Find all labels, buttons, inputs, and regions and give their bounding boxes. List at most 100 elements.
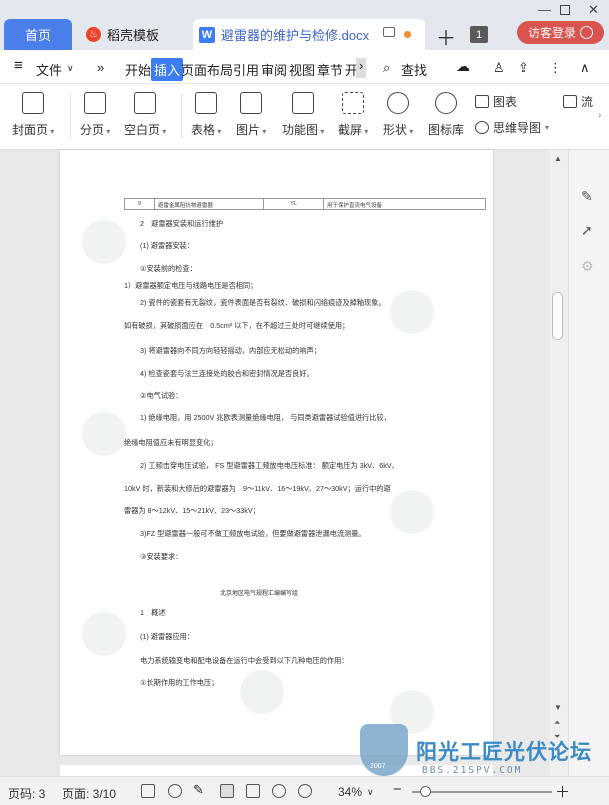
doc-line: ①长期作用的工作电压； xyxy=(140,678,219,687)
page-code[interactable]: 页码: 3 xyxy=(8,785,45,802)
flowchart-button[interactable]: 流 xyxy=(563,93,593,110)
tab-template-label: 稻壳模板 xyxy=(107,28,160,43)
chart-button[interactable]: 图表 xyxy=(475,93,517,110)
user-add-icon[interactable]: ♙ xyxy=(493,60,505,76)
collapse-ribbon-icon[interactable]: ∧ xyxy=(580,60,590,76)
watermark-logo xyxy=(390,290,434,334)
blank-page-button[interactable]: 空白页 xyxy=(124,92,166,138)
cover-page-icon xyxy=(22,92,45,114)
doc-line: 2) 瓷件的瓷套有无裂纹，瓷件表面是否有裂纹、破损和闪络痕迹及掉釉现象。 xyxy=(140,298,386,307)
watermark-logo xyxy=(82,220,126,264)
page-view-icon[interactable] xyxy=(220,784,234,798)
forum-name: 阳光工匠光伏论坛 xyxy=(416,741,592,764)
tab-count-badge[interactable]: 1 xyxy=(470,26,488,43)
watermark-logo xyxy=(82,412,126,456)
page-indicator[interactable]: 页面: 3/10 xyxy=(62,785,116,802)
zoom-slider[interactable] xyxy=(412,791,552,793)
settings-sliders-icon[interactable]: ⚙ xyxy=(581,258,594,275)
minimize-icon[interactable]: — xyxy=(538,2,551,17)
divider xyxy=(181,94,182,138)
screenshot-button[interactable]: 截屏 xyxy=(338,92,368,138)
hamburger-icon[interactable]: ≡ xyxy=(14,57,23,74)
page-break-button[interactable]: 分页 xyxy=(80,92,110,138)
close-window-icon[interactable]: ✕ xyxy=(588,2,599,18)
scroll-right-icon[interactable]: › xyxy=(356,58,367,78)
menu-start[interactable]: 开始 xyxy=(125,60,151,79)
zoom-in-icon[interactable]: ＋ xyxy=(555,781,570,802)
cloud-icon[interactable]: ☁ xyxy=(456,58,470,75)
search-label[interactable]: 查找 xyxy=(401,60,427,79)
scroll-thumb[interactable] xyxy=(552,292,563,340)
function-graph-icon xyxy=(292,92,315,114)
tab-document[interactable]: W 避雷器的维护与检修.docx xyxy=(193,19,425,50)
menu-view[interactable]: 视图 xyxy=(289,60,315,79)
web-view-icon[interactable] xyxy=(272,784,286,798)
document-page[interactable]: 9 避雷金属阻抗物避雷器 YL 用于保护直流电气设备 2 避雷器安装和运行维护 … xyxy=(60,150,493,755)
doc-footer-line: 北京地区电气规程汇编编写组 xyxy=(220,591,299,597)
menu-reference[interactable]: 引用 xyxy=(233,60,259,79)
read-mode-icon[interactable] xyxy=(298,784,312,798)
login-label: 访客登录 xyxy=(527,26,576,40)
table-cell: YL xyxy=(264,199,324,209)
word-doc-icon: W xyxy=(199,26,215,43)
ribbon-scroll-icon[interactable]: › xyxy=(598,110,601,121)
menu-file[interactable]: 文件 xyxy=(36,60,62,79)
doc-table-row: 9 避雷金属阻抗物避雷器 YL 用于保护直流电气设备 xyxy=(124,198,486,210)
cover-page-label: 封面页 xyxy=(12,121,54,138)
doc-line: 3)FZ 型避雷器一般可不做工频放电试验，但要做避雷器泄漏电流测量。 xyxy=(140,529,366,538)
picture-label: 图片 xyxy=(236,121,266,138)
shape-button[interactable]: 形状 xyxy=(383,92,413,138)
more-icon[interactable]: ⋮ xyxy=(549,60,562,76)
tab-home[interactable]: 首页 xyxy=(4,19,72,50)
search-icon[interactable]: ⌕ xyxy=(383,60,390,76)
screen-icon[interactable] xyxy=(383,27,395,37)
share-icon[interactable]: ⇪ xyxy=(518,60,529,76)
watermark-logo xyxy=(82,612,126,656)
doc-line: 2) 工频击穿电压试验， FS 型避雷器工频放电电压标准： 额定电压为 3kV、… xyxy=(140,461,399,470)
pen-icon[interactable]: ✎ xyxy=(581,188,593,205)
doc-line: 1) 绝缘电阻，用 2500V 兆欧表测量绝缘电阻， 与同类避雷器试验值进行比较… xyxy=(140,413,391,422)
menu-layout[interactable]: 页面布局 xyxy=(181,60,233,79)
divider xyxy=(70,94,71,138)
ribbon-toolbar: 封面页 分页 空白页 表格 图片 功能图 截屏 形状 图标库 图表 思维导图▾ … xyxy=(0,84,609,150)
doc-line: 2 避雷器安装和运行维护 xyxy=(140,219,224,228)
login-button[interactable]: 访客登录 xyxy=(517,21,604,44)
table-cell: 避雷金属阻抗物避雷器 xyxy=(155,199,265,209)
zoom-out-icon[interactable]: − xyxy=(393,781,402,798)
doc-line: ①安装前的检查： xyxy=(140,264,197,273)
scroll-up-icon[interactable]: ▲ xyxy=(554,154,562,163)
zoom-slider-handle[interactable] xyxy=(420,786,431,797)
chevron-down-icon[interactable]: ∨ xyxy=(67,63,74,74)
menu-insert[interactable]: 插入 xyxy=(151,58,184,81)
zoom-level[interactable]: 34% xyxy=(338,785,362,799)
icon-library-button[interactable]: 图标库 xyxy=(428,92,464,138)
scroll-down-icon[interactable]: ▼ xyxy=(554,703,562,712)
watermark-logo xyxy=(390,490,434,534)
doc-line: (1) 避雷器应用： xyxy=(140,632,194,641)
eye-protect-icon[interactable] xyxy=(168,784,182,798)
menu-bar: ≡ 文件 ∨ » 开始 插入 页面布局 引用 审阅 视图 章节 开 › ⌕ 查找… xyxy=(0,50,609,84)
cover-page-button[interactable]: 封面页 xyxy=(12,92,54,138)
picture-button[interactable]: 图片 xyxy=(236,92,266,138)
shape-label: 形状 xyxy=(383,121,413,138)
shape-icon xyxy=(387,92,410,114)
maximize-icon[interactable] xyxy=(560,5,570,15)
zoom-dropdown-icon[interactable]: ∨ xyxy=(367,787,374,798)
menu-section[interactable]: 章节 xyxy=(317,60,343,79)
flowchart-icon xyxy=(563,95,577,108)
edit-icon[interactable]: ✎ xyxy=(193,782,207,797)
forum-watermark: 2007 阳光工匠光伏论坛 BBS.21SPV.COM xyxy=(360,720,609,780)
mindmap-button[interactable]: 思维导图 ▾ xyxy=(475,119,549,136)
icon-library-label: 图标库 xyxy=(428,123,465,137)
table-button[interactable]: 表格 xyxy=(191,92,221,138)
vertical-scrollbar[interactable]: ▲ ▼ ⏶ ⏷ xyxy=(550,150,568,776)
menu-review[interactable]: 审阅 xyxy=(261,60,287,79)
function-graph-button[interactable]: 功能图 xyxy=(282,92,324,138)
tab-template[interactable]: ♨ 稻壳模板 xyxy=(76,19,188,50)
new-tab-icon[interactable]: ＋ xyxy=(436,22,456,51)
outline-view-icon[interactable] xyxy=(246,784,260,798)
tab-home-label: 首页 xyxy=(24,28,51,43)
fullscreen-icon[interactable] xyxy=(141,784,155,798)
expand-icon[interactable]: » xyxy=(97,60,104,75)
cursor-icon[interactable]: ➚ xyxy=(581,222,593,239)
